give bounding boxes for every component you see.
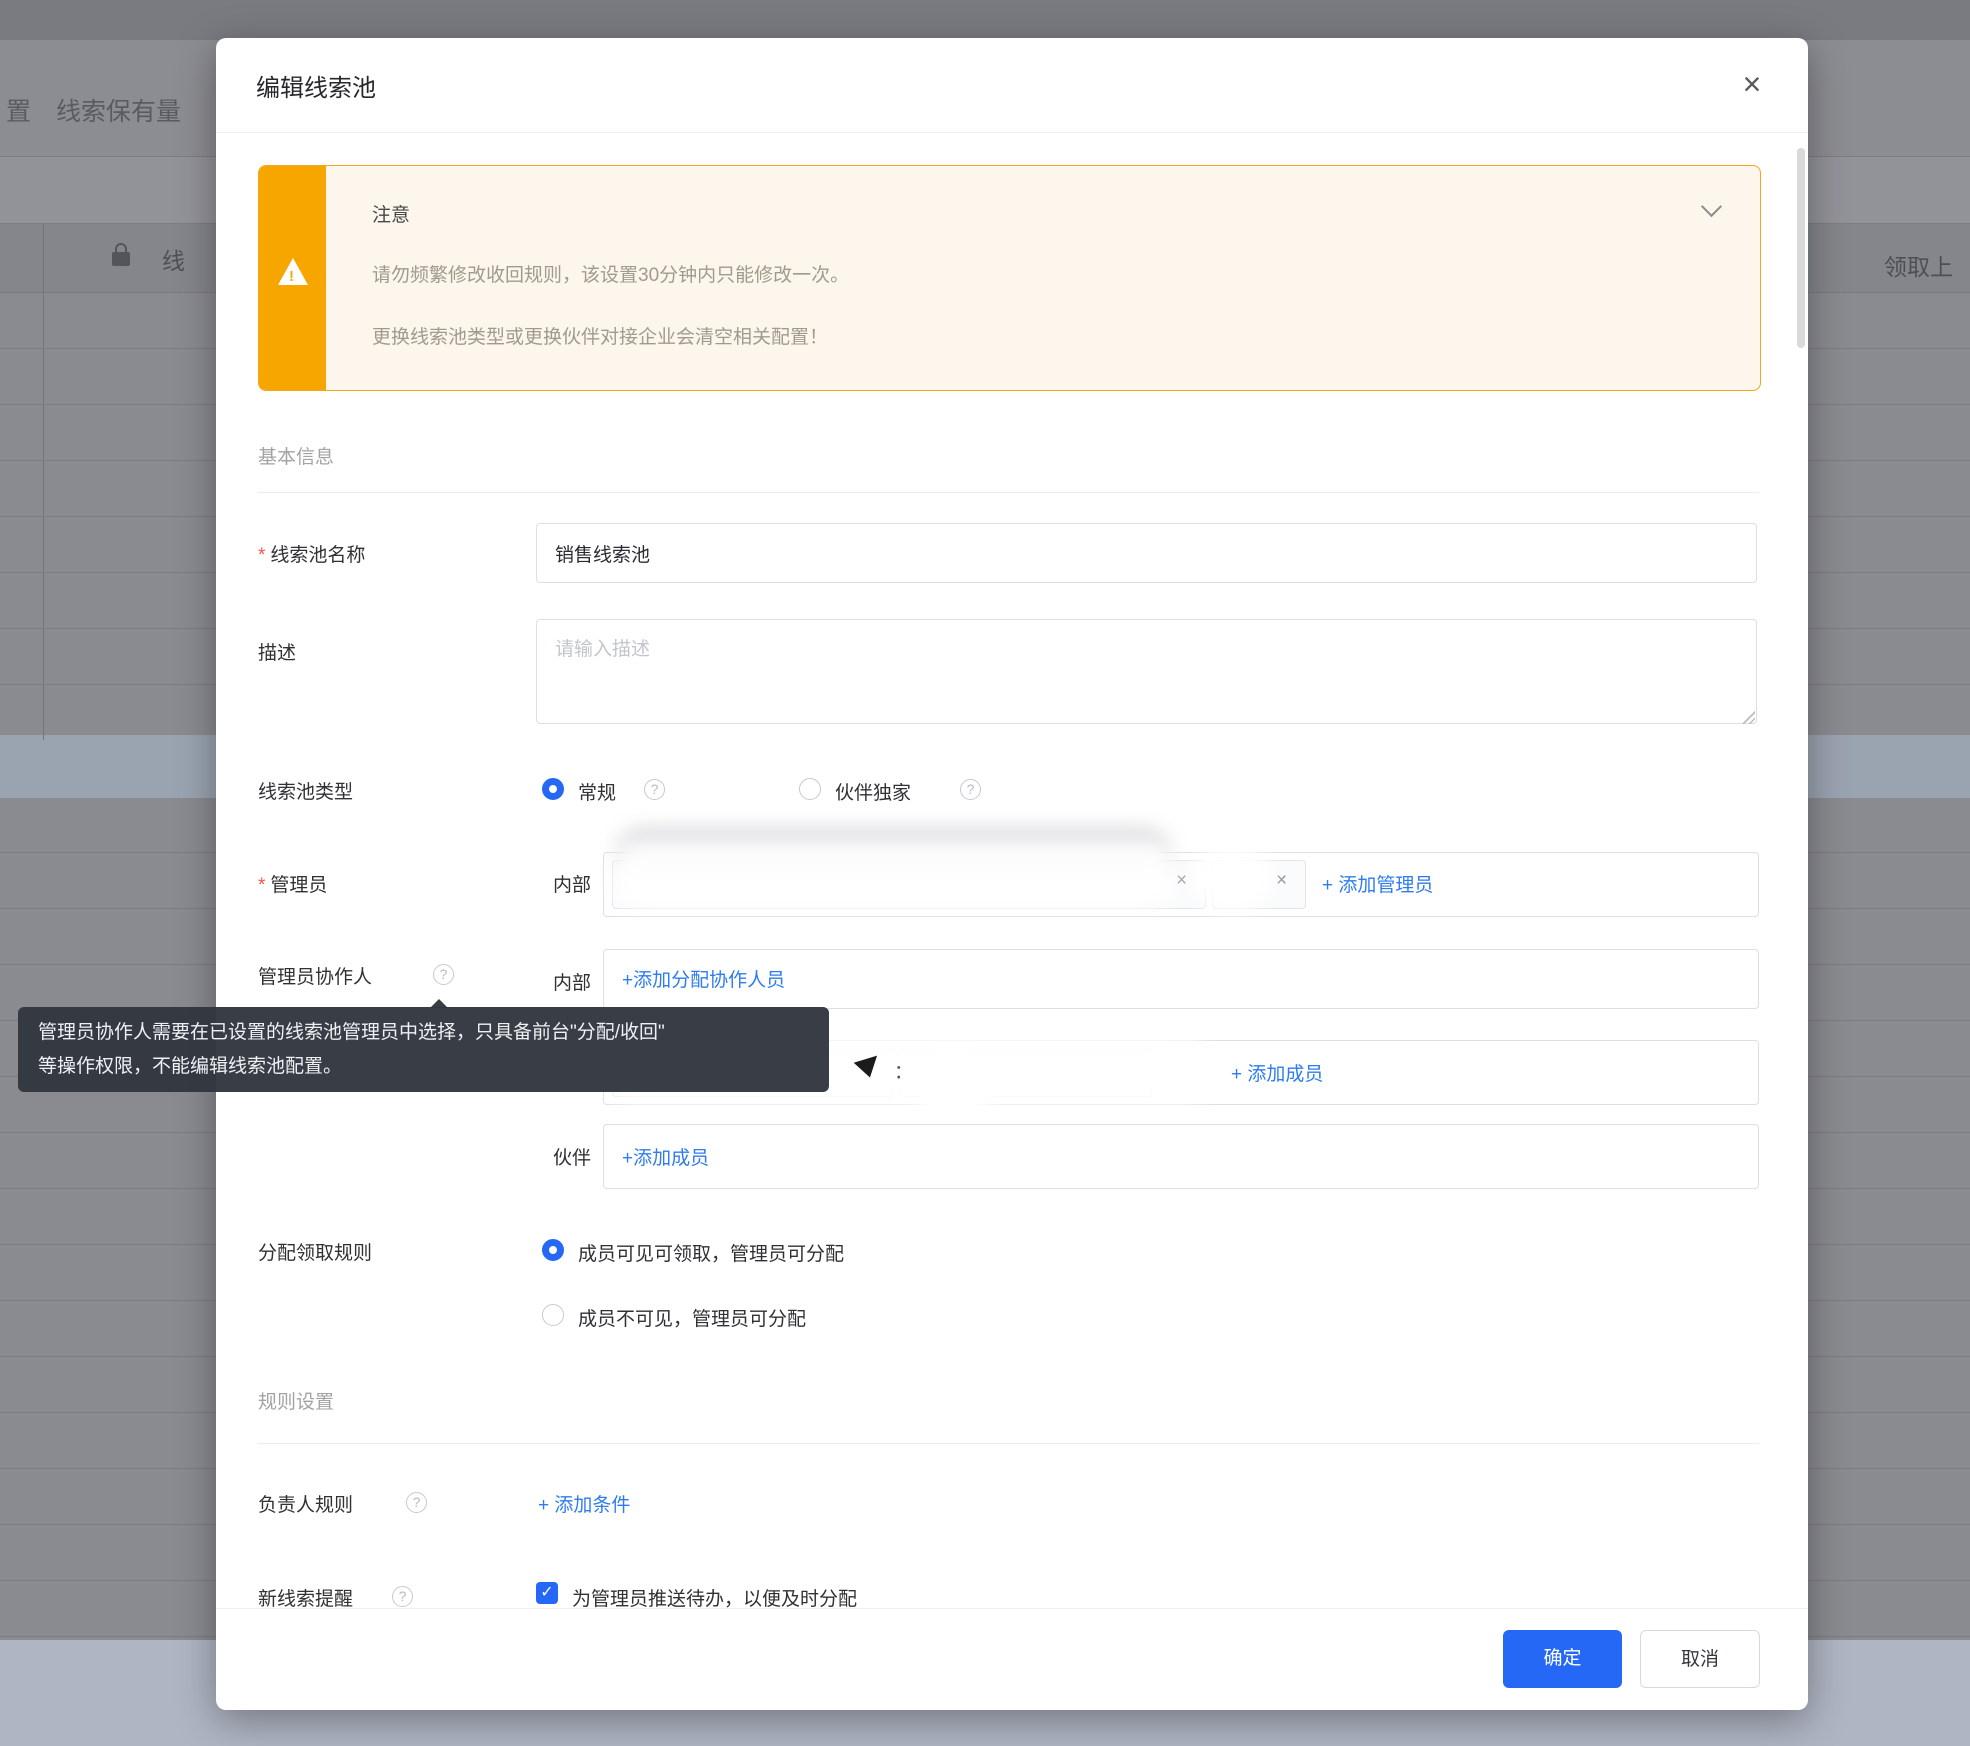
radio-label-assign-invisible[interactable]: 成员不可见，管理员可分配 (578, 1304, 806, 1331)
page-top-strip (0, 0, 1970, 40)
add-partner-member-link[interactable]: +添加成员 (622, 1143, 709, 1170)
table-col-left-partial: 线 (162, 242, 185, 276)
tooltip-line-1: 管理员协作人需要在已设置的线索池管理员中选择，只具备前台"分配/收回" (38, 1016, 809, 1050)
member-colon: ： (894, 1057, 913, 1084)
collab-members-box[interactable]: +添加分配协作人员 (603, 949, 1759, 1009)
notice-accent-bar: ! (259, 166, 326, 390)
new-lead-checkbox[interactable]: ✓ (536, 1582, 558, 1604)
scrollbar-thumb[interactable] (1797, 148, 1805, 348)
help-icon-owner-rule[interactable]: ? (406, 1492, 427, 1513)
add-admin-link[interactable]: + 添加管理员 (1322, 870, 1433, 897)
warning-exclamation: ! (289, 268, 294, 285)
tab-partial-left[interactable]: 置 (6, 92, 31, 128)
remove-tag-icon[interactable]: × (1176, 870, 1187, 892)
tooltip-arrow (430, 999, 448, 1008)
help-icon-regular[interactable]: ? (644, 779, 665, 800)
radio-type-partner-exclusive[interactable] (799, 778, 821, 800)
radio-type-regular[interactable] (542, 778, 564, 800)
field-label-new-lead-reminder: 新线索提醒 (258, 1584, 353, 1609)
field-label-pool-name: 线索池名称 (258, 540, 365, 567)
dialog-header: 编辑线索池 × (216, 38, 1808, 133)
dialog-body: ! 注意 请勿频繁修改收回规则，该设置30分钟内只能修改一次。 更换线索池类型或… (216, 132, 1808, 1609)
close-icon[interactable]: × (1728, 60, 1776, 108)
remove-tag-icon[interactable]: × (1276, 870, 1287, 892)
tooltip-line-2: 等操作权限，不能编辑线索池配置。 (38, 1050, 809, 1084)
radio-label-partner-exclusive[interactable]: 伙伴独家 (835, 778, 911, 805)
section-divider (258, 1443, 1759, 1444)
pool-name-input[interactable] (536, 523, 1757, 583)
description-textarea[interactable] (536, 619, 1757, 724)
field-label-admin-collaborator: 管理员协作人 (258, 962, 372, 989)
radio-assign-visible[interactable] (542, 1239, 564, 1261)
confirm-button[interactable]: 确定 (1503, 1630, 1622, 1688)
field-label-owner-rule: 负责人规则 (258, 1490, 353, 1517)
privacy-blur (614, 837, 1174, 909)
radio-label-assign-visible[interactable]: 成员可见可领取，管理员可分配 (578, 1239, 844, 1266)
field-label-pool-type: 线索池类型 (258, 777, 353, 804)
add-member-link[interactable]: + 添加成员 (1231, 1059, 1323, 1086)
privacy-blur (1191, 844, 1273, 912)
help-icon-new-lead[interactable]: ? (392, 1586, 413, 1607)
notice-banner: ! 注意 请勿频繁修改收回规则，该设置30分钟内只能修改一次。 更换线索池类型或… (258, 165, 1761, 391)
partner-box[interactable]: +添加成员 (603, 1124, 1759, 1189)
section-basic-info: 基本信息 (258, 442, 334, 469)
table-col-right-partial: 领取上 (1884, 248, 1953, 282)
radio-assign-invisible[interactable] (542, 1304, 564, 1326)
field-label-assign-rule: 分配领取规则 (258, 1238, 372, 1265)
lock-icon (112, 252, 130, 266)
new-lead-checkbox-label[interactable]: 为管理员推送待办，以便及时分配 (572, 1584, 857, 1609)
field-label-partner: 伙伴 (553, 1143, 591, 1170)
notice-line-2: 更换线索池类型或更换伙伴对接企业会清空相关配置！ (372, 322, 828, 349)
table-column-divider (43, 224, 44, 740)
tab-lead-retention[interactable]: 线索保有量 (56, 92, 181, 128)
add-collaborator-link[interactable]: +添加分配协作人员 (622, 965, 785, 992)
cancel-button[interactable]: 取消 (1640, 1630, 1760, 1688)
collab-scope-internal: 内部 (553, 968, 591, 995)
section-rule-settings: 规则设置 (258, 1387, 334, 1414)
chevron-down-icon[interactable] (1701, 196, 1722, 217)
field-label-description: 描述 (258, 638, 296, 665)
help-icon-partner-exclusive[interactable]: ? (960, 779, 981, 800)
field-label-admin: 管理员 (258, 870, 327, 897)
admin-scope-internal: 内部 (553, 870, 591, 897)
collaborator-tooltip: 管理员协作人需要在已设置的线索池管理员中选择，只具备前台"分配/收回" 等操作权… (18, 1007, 829, 1092)
notice-title: 注意 (372, 200, 410, 227)
notice-line-1: 请勿频繁修改收回规则，该设置30分钟内只能修改一次。 (372, 260, 849, 287)
privacy-blur (916, 1047, 991, 1132)
dialog-title: 编辑线索池 (256, 68, 376, 103)
radio-label-regular[interactable]: 常规 (578, 778, 616, 805)
section-divider (258, 492, 1759, 493)
help-icon-collaborator[interactable]: ? (433, 964, 454, 985)
add-condition-link[interactable]: + 添加条件 (538, 1490, 630, 1517)
edit-lead-pool-dialog: 编辑线索池 × ! 注意 请勿频繁修改收回规则，该设置30分钟内只能修改一次。 … (216, 38, 1808, 1710)
